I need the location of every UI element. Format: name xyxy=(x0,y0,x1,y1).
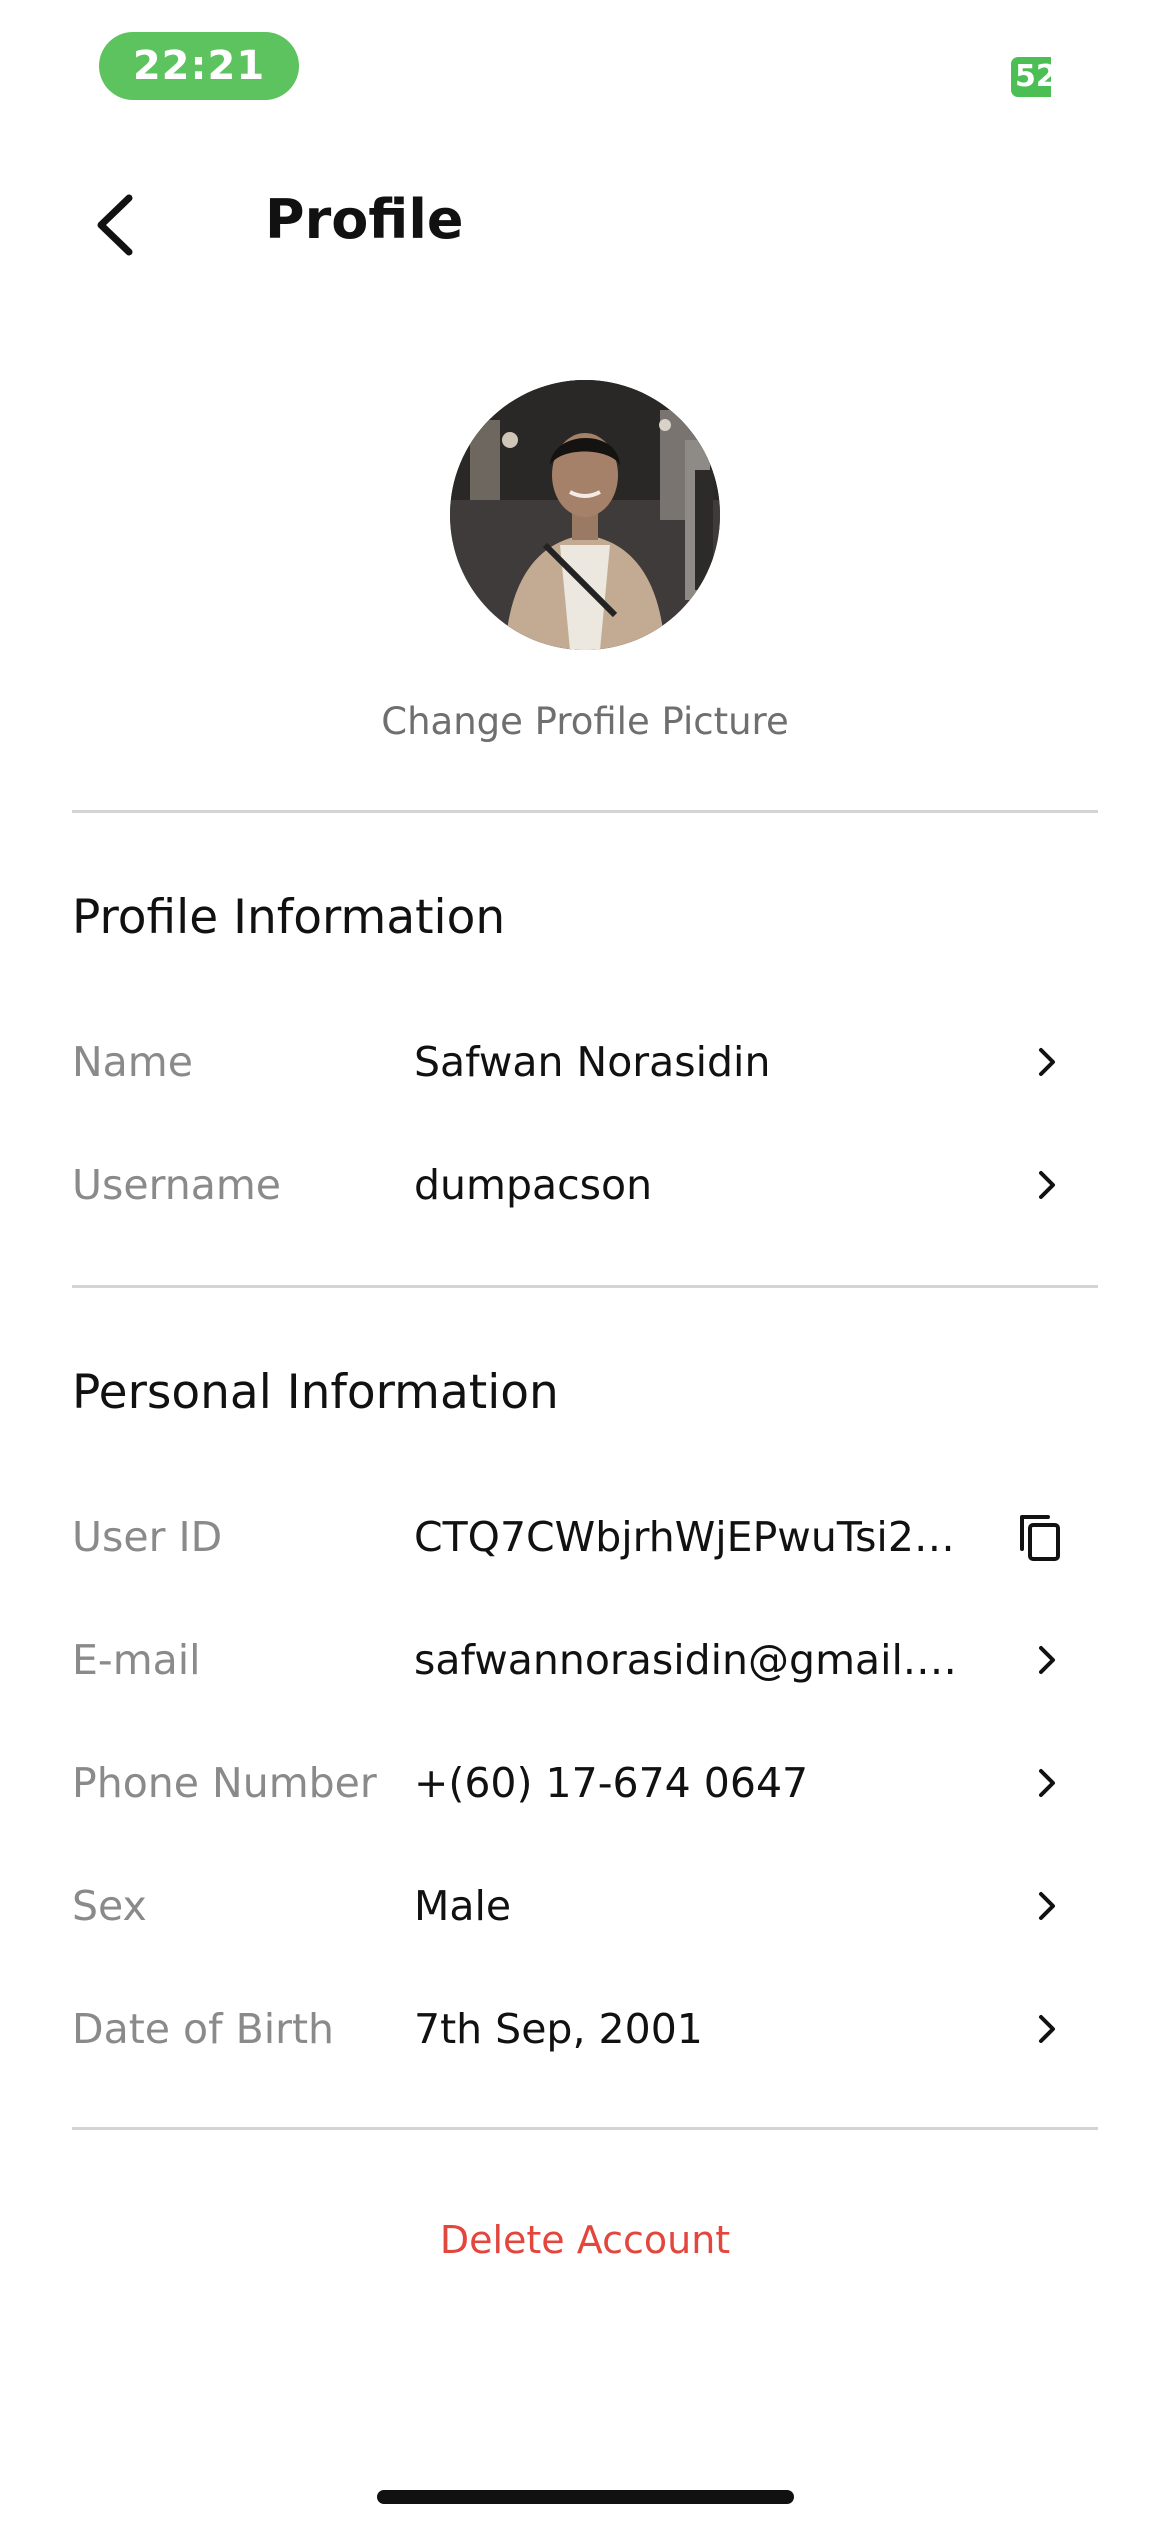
row-sex[interactable]: Sex Male xyxy=(72,1856,1098,1956)
section-title-profile-information: Profile Information xyxy=(72,890,506,945)
row-label: Phone Number xyxy=(72,1759,377,1807)
row-label: E-mail xyxy=(72,1636,201,1684)
row-value: dumpacson xyxy=(414,1161,653,1209)
delete-account-button[interactable]: Delete Account xyxy=(0,2218,1170,2262)
row-value: 7th Sep, 2001 xyxy=(414,2005,703,2053)
row-label: Date of Birth xyxy=(72,2005,335,2053)
row-username[interactable]: Username dumpacson xyxy=(72,1135,1098,1235)
row-value: +(60) 17-674 0647 xyxy=(414,1759,809,1807)
profile-photo xyxy=(450,380,720,650)
battery-indicator: 52 xyxy=(1011,57,1051,97)
chevron-right-icon xyxy=(1039,1171,1055,1199)
chevron-left-icon xyxy=(97,194,133,256)
chevron-right-icon xyxy=(1039,1769,1055,1797)
chevron-right-icon xyxy=(1039,1048,1055,1076)
row-phone-number[interactable]: Phone Number +(60) 17-674 0647 xyxy=(72,1733,1098,1833)
row-date-of-birth[interactable]: Date of Birth 7th Sep, 2001 xyxy=(72,1979,1098,2079)
copy-icon[interactable] xyxy=(1012,1509,1068,1565)
status-time: 22:21 xyxy=(99,32,299,100)
home-indicator[interactable] xyxy=(377,2490,794,2504)
row-name[interactable]: Name Safwan Norasidin xyxy=(72,1012,1098,1112)
row-value: safwannorasidin@gmail.… xyxy=(414,1636,957,1684)
row-value: Male xyxy=(414,1882,512,1930)
row-value: CTQ7CWbjrhWjEPwuTsi2… xyxy=(414,1513,955,1561)
change-profile-picture-button[interactable]: Change Profile Picture xyxy=(0,700,1170,743)
row-label: Name xyxy=(72,1038,193,1086)
row-label: User ID xyxy=(72,1513,223,1561)
row-email[interactable]: E-mail safwannorasidin@gmail.… xyxy=(72,1610,1098,1710)
page-title: Profile xyxy=(265,188,464,251)
chevron-right-icon xyxy=(1039,2015,1055,2043)
back-button[interactable] xyxy=(84,190,144,260)
divider xyxy=(72,1285,1098,1288)
divider xyxy=(72,2127,1098,2130)
chevron-right-icon xyxy=(1039,1646,1055,1674)
avatar[interactable] xyxy=(450,380,720,650)
divider xyxy=(72,810,1098,813)
row-label: Username xyxy=(72,1161,282,1209)
row-user-id[interactable]: User ID CTQ7CWbjrhWjEPwuTsi2… xyxy=(72,1487,1098,1587)
row-value: Safwan Norasidin xyxy=(414,1038,771,1086)
section-title-personal-information: Personal Information xyxy=(72,1365,559,1420)
chevron-right-icon xyxy=(1039,1892,1055,1920)
row-label: Sex xyxy=(72,1882,147,1930)
